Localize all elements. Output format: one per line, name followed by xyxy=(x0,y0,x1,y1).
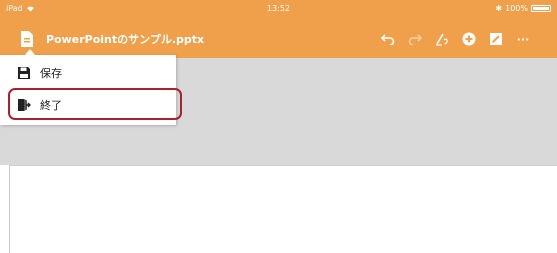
bluetooth-icon: ✱ xyxy=(495,4,503,13)
edit-icon[interactable] xyxy=(487,30,505,48)
highlight-outline xyxy=(8,88,182,120)
redo-icon[interactable] xyxy=(406,30,424,48)
left-edge-line xyxy=(9,165,10,253)
battery-icon xyxy=(531,5,551,12)
save-icon xyxy=(18,67,30,79)
battery-percent: 100% xyxy=(505,4,528,13)
status-bar: iPad 13:52 ✱ 100% xyxy=(0,0,557,20)
menu-item-save[interactable]: 保存 xyxy=(0,58,176,88)
status-time: 13:52 xyxy=(266,4,291,13)
menu-item-label: 保存 xyxy=(40,67,62,80)
app-toolbar: PowerPointのサンプル.pptx ··· xyxy=(0,20,557,58)
document-title: PowerPointのサンプル.pptx xyxy=(46,33,205,46)
add-icon[interactable] xyxy=(460,30,478,48)
divider xyxy=(10,165,557,166)
document-icon[interactable] xyxy=(20,30,34,48)
app-window: iPad 13:52 ✱ 100% PowerPointのサンプル.pptx ·… xyxy=(0,0,557,253)
pen-icon[interactable] xyxy=(433,30,451,48)
more-icon[interactable]: ··· xyxy=(514,30,532,48)
status-right: ✱ 100% xyxy=(495,4,551,13)
undo-icon[interactable] xyxy=(379,30,397,48)
